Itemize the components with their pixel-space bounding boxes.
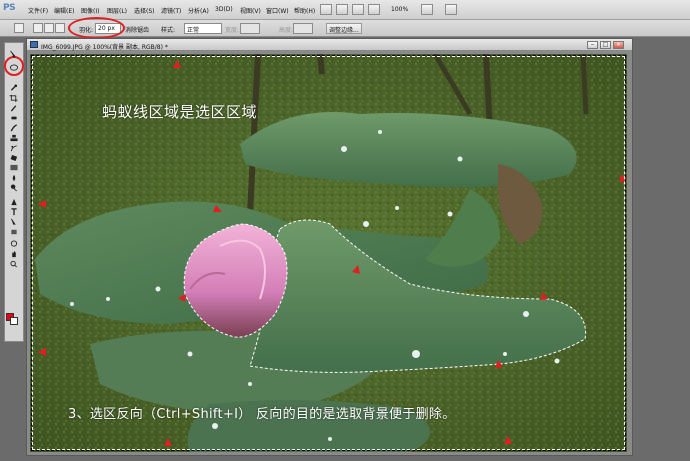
dodge-icon[interactable] <box>9 184 19 192</box>
extras-button[interactable] <box>445 4 457 15</box>
photoshop-window: PS 文件(F) 编辑(E) 图像(I) 图层(L) 选择(S) 滤镜(T) 分… <box>0 0 690 461</box>
caption-inverse-step: 3、选区反向（Ctrl+Shift+I） 反向的目的是选取背景便于删除。 <box>68 407 456 422</box>
close-button[interactable]: × <box>613 41 624 49</box>
menu-edit[interactable]: 编辑(E) <box>54 6 74 15</box>
add-selection-icon[interactable] <box>44 23 54 33</box>
screen-mode-button[interactable] <box>368 4 380 15</box>
antialias-checkbox[interactable]: 消除锯齿 <box>125 25 149 34</box>
style-select[interactable]: 正常 <box>184 23 222 34</box>
eyedropper-icon[interactable] <box>9 104 19 112</box>
menu-layer[interactable]: 图层(L) <box>107 6 127 15</box>
quick-select-icon[interactable] <box>9 84 19 92</box>
menu-file[interactable]: 文件(F) <box>28 6 48 15</box>
height-label: 高度: <box>279 27 294 34</box>
move-tool-icon[interactable] <box>9 50 19 58</box>
3d-rotate-icon[interactable] <box>9 240 19 248</box>
menu-view[interactable]: 视图(V) <box>240 6 261 15</box>
healing-brush-icon[interactable] <box>9 114 19 122</box>
new-selection-icon[interactable] <box>33 23 43 33</box>
shape-icon[interactable] <box>9 228 19 236</box>
hand-icon[interactable] <box>9 250 19 258</box>
menu-3d[interactable]: 3D(D) <box>215 6 233 13</box>
eraser-icon[interactable] <box>9 154 19 162</box>
document-tab[interactable]: IMG_6099.JPG @ 100%(背景 副本, RGB/8) * – □ … <box>27 39 632 51</box>
minibridge-button[interactable] <box>336 4 348 15</box>
pen-icon[interactable] <box>9 198 19 206</box>
brush-icon[interactable] <box>9 124 19 132</box>
caption-selection-area: 蚂蚁线区域是选区区域 <box>102 103 258 121</box>
zoom-level[interactable]: 100% <box>391 6 408 13</box>
gradient-icon[interactable] <box>9 164 19 172</box>
feather-highlight-circle <box>68 17 125 39</box>
ps-logo: PS <box>3 3 16 13</box>
background-color-swatch[interactable] <box>10 317 18 325</box>
bridge-button[interactable] <box>320 4 332 15</box>
lasso-tool-icon[interactable] <box>9 64 19 72</box>
document-window: IMG_6099.JPG @ 100%(背景 副本, RGB/8) * – □ … <box>26 38 633 456</box>
ps-document-icon <box>30 41 38 48</box>
crop-icon[interactable] <box>9 94 19 102</box>
blur-icon[interactable] <box>9 174 19 182</box>
zoom-icon[interactable] <box>9 260 19 268</box>
canvas[interactable]: 蚂蚁线区域是选区区域 3、选区反向（Ctrl+Shift+I） 反向的目的是选取… <box>30 54 627 452</box>
width-input <box>240 23 260 34</box>
menu-image[interactable]: 图像(I) <box>81 6 99 15</box>
arrange-docs-button[interactable] <box>352 4 364 15</box>
grid-button[interactable] <box>421 4 433 15</box>
type-icon[interactable] <box>9 208 19 216</box>
menu-window[interactable]: 窗口(W) <box>266 6 289 15</box>
minimize-button[interactable]: – <box>587 41 598 49</box>
subtract-selection-icon[interactable] <box>55 23 65 33</box>
menu-analysis[interactable]: 分析(A) <box>188 6 209 15</box>
history-brush-icon[interactable] <box>9 144 19 152</box>
height-input <box>293 23 313 34</box>
document-title: IMG_6099.JPG @ 100%(背景 副本, RGB/8) * <box>41 44 168 51</box>
width-label: 宽度: <box>225 27 240 34</box>
lasso-preset-icon[interactable] <box>14 23 24 33</box>
path-select-icon[interactable] <box>9 218 19 226</box>
menu-select[interactable]: 选择(S) <box>134 6 155 15</box>
refine-edge-button[interactable]: 调整边缘... <box>326 23 362 34</box>
style-label: 样式: <box>161 27 176 34</box>
menu-filter[interactable]: 滤镜(T) <box>161 6 181 15</box>
clone-stamp-icon[interactable] <box>9 134 19 142</box>
menu-help[interactable]: 帮助(H) <box>294 6 315 15</box>
restore-button[interactable]: □ <box>600 41 611 49</box>
